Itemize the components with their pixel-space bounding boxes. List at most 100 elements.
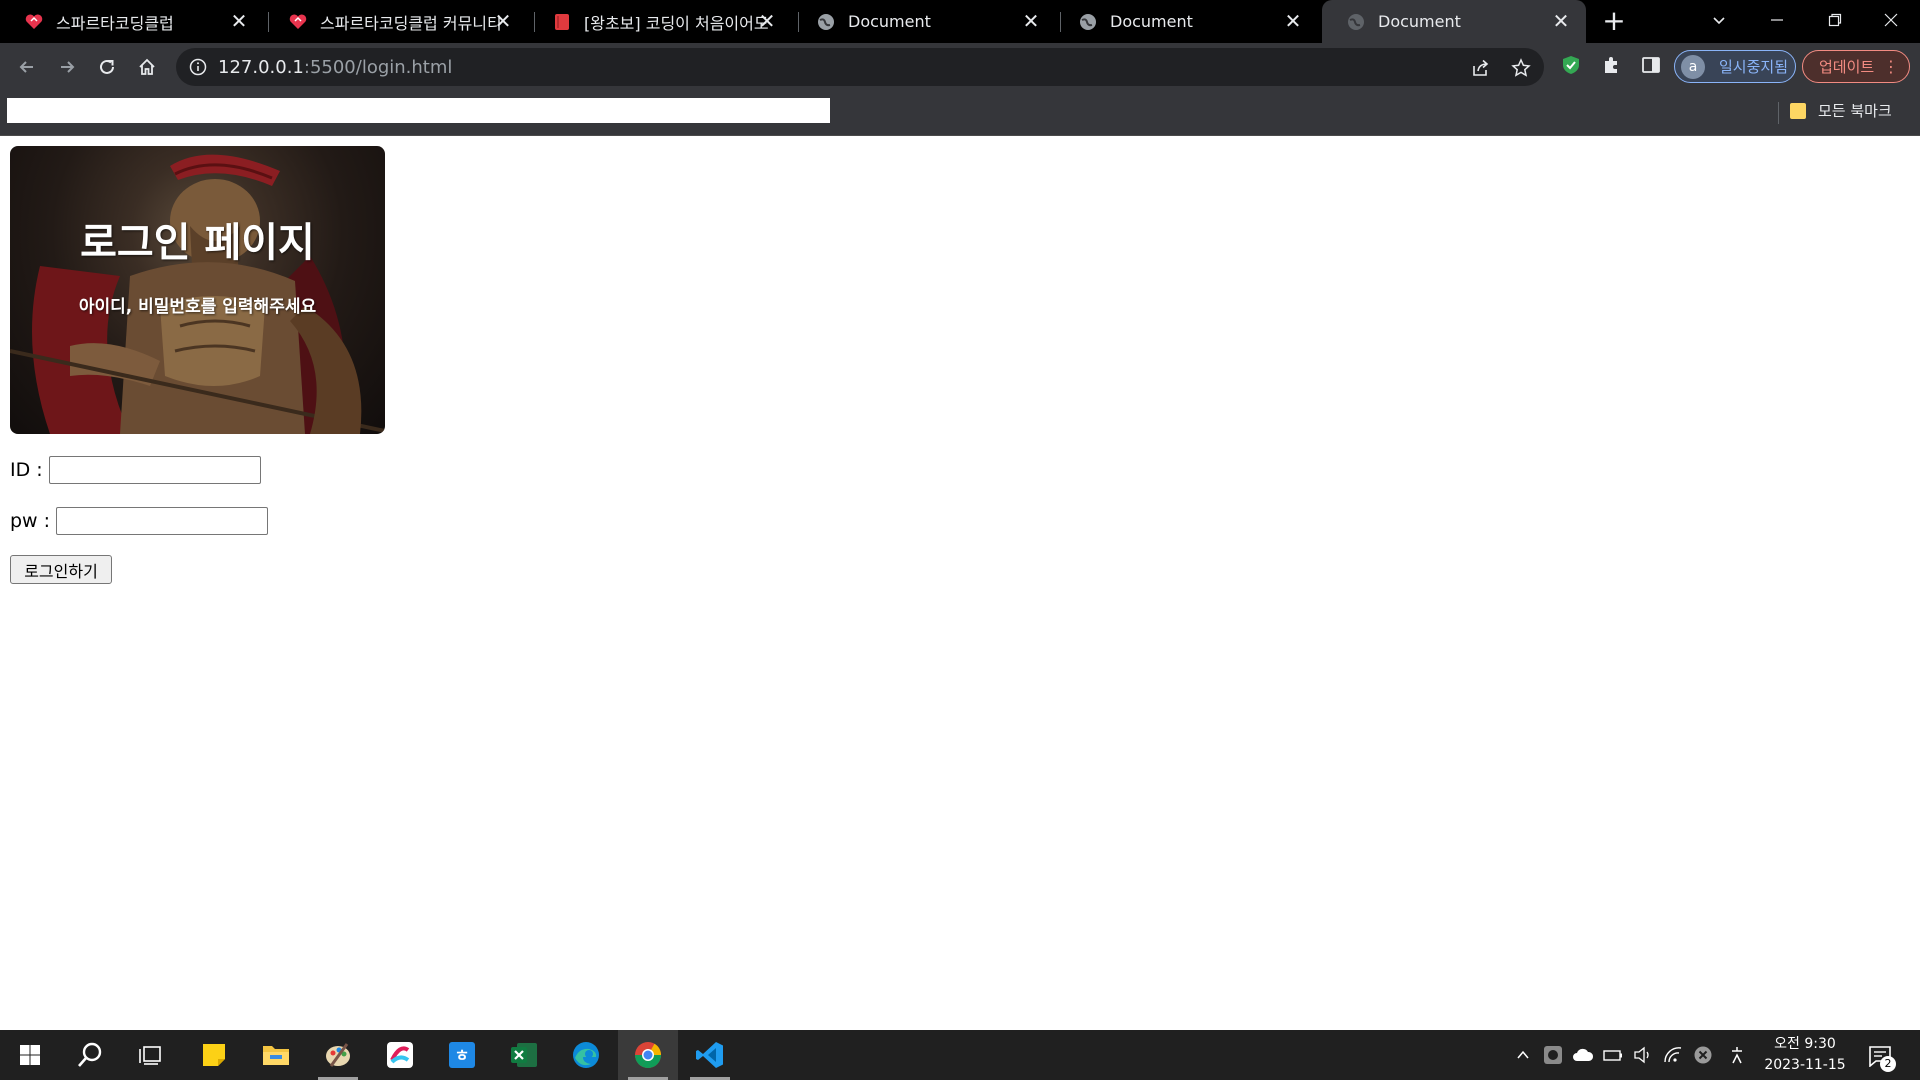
taskbar-clock[interactable]: 오전 9:30 2023-11-15 <box>1760 1034 1850 1076</box>
paint-icon[interactable] <box>308 1030 368 1080</box>
id-input[interactable] <box>48 456 261 484</box>
svg-text:ㅎ: ㅎ <box>455 1046 470 1065</box>
wifi-icon[interactable] <box>1662 1044 1684 1066</box>
login-button[interactable]: 로그인하기 <box>10 555 112 584</box>
chevron-down-icon <box>1713 17 1725 25</box>
avatar: a <box>1681 54 1705 79</box>
forward-button[interactable] <box>50 50 84 84</box>
pw-field-row: pw : <box>10 507 269 535</box>
globe-icon <box>816 12 836 32</box>
tab-3[interactable]: [왕초보] 코딩이 처음이어도 ✕ <box>528 0 792 43</box>
spartan-heart-icon <box>288 12 308 32</box>
chrome-icon[interactable] <box>618 1030 678 1080</box>
tab-4[interactable]: Document ✕ <box>792 0 1056 43</box>
tab-title: Document <box>1110 12 1193 31</box>
excel-icon[interactable] <box>494 1030 554 1080</box>
clock-date: 2023-11-15 <box>1764 1057 1846 1073</box>
search-icon[interactable] <box>60 1030 120 1080</box>
arrow-left-icon <box>19 61 33 73</box>
file-explorer-icon[interactable] <box>246 1030 306 1080</box>
globe-icon <box>1346 12 1366 32</box>
close-icon[interactable]: ✕ <box>492 10 514 32</box>
tab-title: Document <box>848 12 931 31</box>
sticky-notes-icon[interactable] <box>184 1030 244 1080</box>
globe-icon <box>1078 12 1098 32</box>
home-icon <box>139 58 155 75</box>
task-view-icon[interactable] <box>120 1030 180 1080</box>
all-bookmarks-button[interactable]: 모든 북마크 <box>1790 100 1892 121</box>
cloud-icon[interactable] <box>1572 1044 1594 1066</box>
restore-button[interactable] <box>1806 0 1864 40</box>
more-vert-icon: ⋮ <box>1883 57 1899 76</box>
disconnected-icon[interactable] <box>1692 1044 1714 1066</box>
windows-start-icon[interactable] <box>0 1030 60 1080</box>
spartan-warrior-image <box>10 154 385 434</box>
update-button[interactable]: 업데이트 ⋮ <box>1802 50 1910 83</box>
hangul-icon[interactable]: ㅎ <box>432 1030 492 1080</box>
back-button[interactable] <box>10 50 44 84</box>
shield-icon[interactable] <box>1558 52 1584 78</box>
close-icon[interactable]: ✕ <box>1020 10 1042 32</box>
home-button[interactable] <box>130 50 164 84</box>
tab-1[interactable]: 스파르타코딩클럽 ✕ <box>0 0 264 43</box>
close-icon[interactable]: ✕ <box>1282 10 1304 32</box>
slack-icon[interactable] <box>370 1030 430 1080</box>
tab-5[interactable]: Document ✕ <box>1054 0 1318 43</box>
page-title: 로그인 페이지 <box>80 220 315 266</box>
share-icon[interactable] <box>1470 57 1492 79</box>
address-bar[interactable]: 127.0.0.1:5500/login.html <box>176 48 1544 86</box>
tab-2[interactable]: 스파르타코딩클럽 커뮤니티 ✕ <box>264 0 528 43</box>
pw-label: pw : <box>10 510 51 532</box>
side-panel-icon[interactable] <box>1638 52 1664 78</box>
windows-taskbar: ㅎ 오전 9:30 2023-11-15 2 <box>0 1030 1920 1080</box>
edge-icon[interactable] <box>556 1030 616 1080</box>
chevron-up-icon[interactable] <box>1512 1044 1534 1066</box>
bookmarks-bar: 모든 북마크 <box>0 90 1920 136</box>
notification-badge: 2 <box>1880 1056 1896 1072</box>
notification-center-button[interactable]: 2 <box>1864 1040 1896 1072</box>
profile-status-label: 일시중지됨 <box>1719 58 1789 76</box>
restore-icon <box>1828 13 1842 27</box>
id-field-row: ID : <box>10 456 261 484</box>
tab-6-active[interactable]: Document ✕ <box>1322 0 1586 43</box>
update-label: 업데이트 <box>1819 58 1875 76</box>
arrow-right-icon <box>61 61 75 73</box>
clock-time: 오전 9:30 <box>1774 1036 1836 1052</box>
battery-icon[interactable] <box>1602 1044 1624 1066</box>
tab-search-button[interactable] <box>1690 0 1748 40</box>
pw-input[interactable] <box>56 507 269 535</box>
tab-title: [왕초보] 코딩이 처음이어도 <box>584 13 769 33</box>
new-tab-button[interactable]: + <box>1598 6 1630 38</box>
close-icon[interactable]: ✕ <box>1550 10 1572 32</box>
bookmark-star-icon[interactable] <box>1510 57 1532 79</box>
close-window-button[interactable] <box>1862 0 1920 40</box>
page-content: 로그인 페이지 아이디, 비밀번호를 입력해주세요 ID : pw : 로그인하… <box>0 137 1920 1030</box>
browser-toolbar: 127.0.0.1:5500/login.html a 일시중지됨 업데이트 ⋮ <box>0 43 1920 90</box>
bookmarks-separator <box>1778 102 1779 124</box>
ime-icon[interactable] <box>1726 1044 1748 1066</box>
id-label: ID : <box>10 459 43 481</box>
puzzle-icon[interactable] <box>1598 52 1624 78</box>
spartan-heart-icon <box>24 12 44 32</box>
folder-icon <box>1790 102 1806 119</box>
profile-button[interactable]: a 일시중지됨 <box>1674 50 1796 83</box>
volume-icon[interactable] <box>1632 1044 1654 1066</box>
app-tray-icon[interactable] <box>1542 1044 1564 1066</box>
login-hero-banner: 로그인 페이지 아이디, 비밀번호를 입력해주세요 <box>10 146 385 434</box>
site-info-icon[interactable] <box>188 57 208 77</box>
tab-title: 스파르타코딩클럽 <box>56 13 174 33</box>
minimize-button[interactable] <box>1748 0 1806 40</box>
tab-title: Document <box>1378 12 1461 31</box>
url-text: 127.0.0.1:5500/login.html <box>218 56 453 78</box>
reload-button[interactable] <box>90 50 124 84</box>
close-icon[interactable]: ✕ <box>228 10 250 32</box>
red-book-icon <box>552 12 572 32</box>
reload-icon <box>100 59 114 74</box>
close-icon[interactable]: ✕ <box>756 10 778 32</box>
tab-title: 스파르타코딩클럽 커뮤니티 <box>320 13 502 33</box>
tab-strip: 스파르타코딩클럽 ✕ 스파르타코딩클럽 커뮤니티 ✕ [왕초보] 코딩이 처음이… <box>0 0 1920 43</box>
page-subtitle: 아이디, 비밀번호를 입력해주세요 <box>78 297 317 317</box>
all-bookmarks-label: 모든 북마크 <box>1818 102 1892 120</box>
vscode-icon[interactable] <box>680 1030 740 1080</box>
bookmarks-placeholder-bar <box>7 98 830 123</box>
